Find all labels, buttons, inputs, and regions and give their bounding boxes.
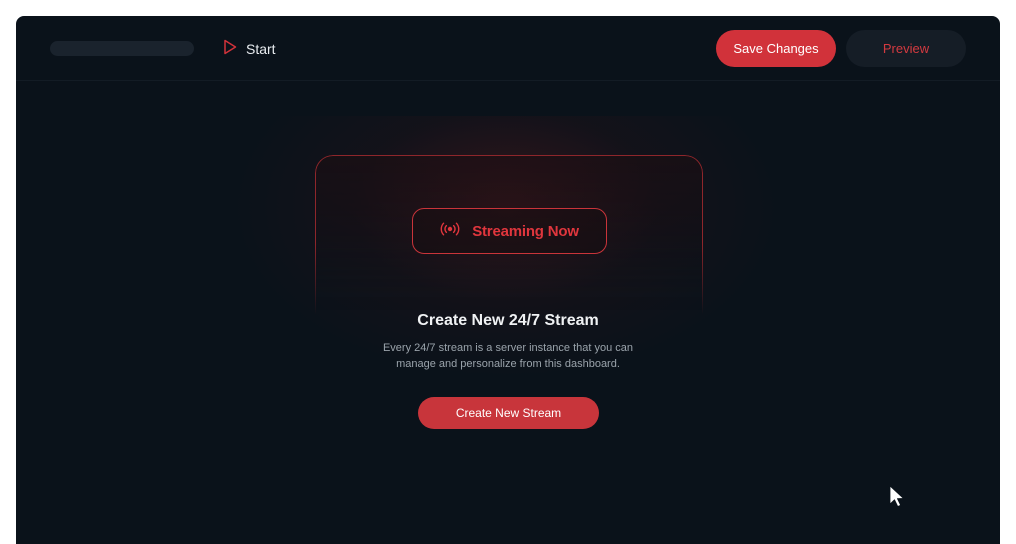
description-line-1: Every 24/7 stream is a server instance t… (382, 342, 634, 354)
play-outline-icon (223, 39, 237, 60)
streaming-now-badge: Streaming Now (412, 208, 607, 254)
broadcast-icon (440, 222, 460, 241)
start-label: Start (246, 41, 276, 57)
page-title: Create New 24/7 Stream (417, 312, 599, 329)
mouse-pointer-icon (888, 485, 908, 509)
preview-button[interactable]: Preview (846, 30, 966, 67)
create-new-stream-button[interactable]: Create New Stream (418, 397, 599, 429)
top-bar: Start Save Changes Preview (16, 16, 1000, 81)
search-placeholder-bar[interactable] (50, 41, 194, 56)
start-link[interactable]: Start (223, 38, 276, 60)
streaming-now-label: Streaming Now (472, 222, 579, 240)
page-description: Every 24/7 stream is a server instance t… (358, 340, 658, 372)
save-changes-button[interactable]: Save Changes (716, 30, 836, 67)
description-line-2: manage and personalize from this dashboa… (396, 358, 620, 370)
app-window: Start Save Changes Preview Streaming Now… (16, 16, 1000, 544)
